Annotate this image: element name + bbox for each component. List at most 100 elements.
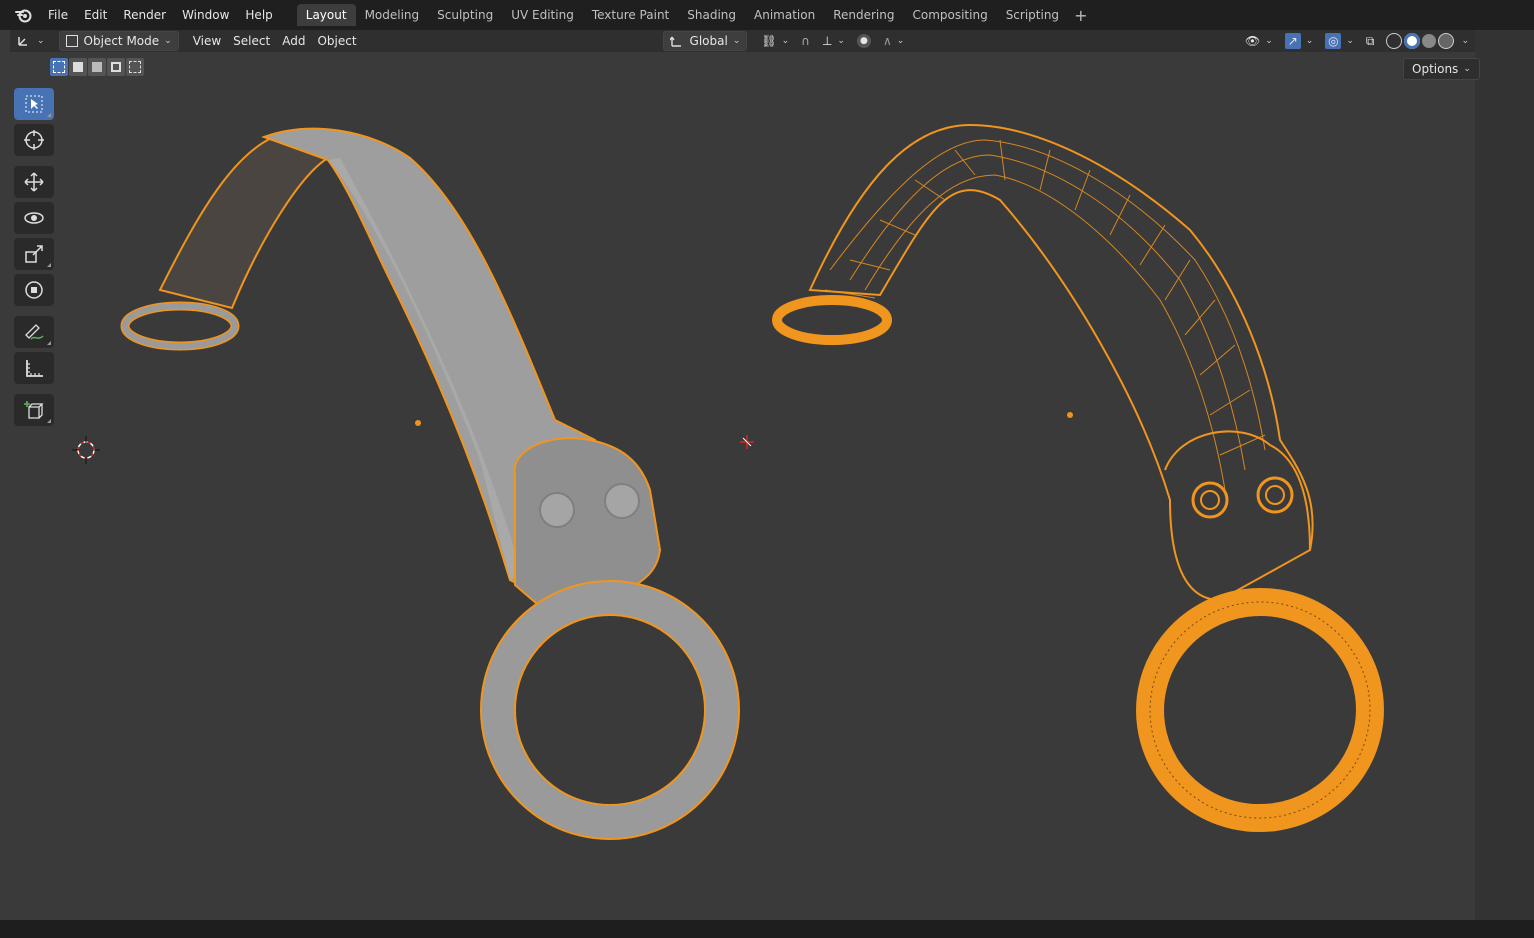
select-extend-icon[interactable] (69, 58, 87, 76)
chevron-down-icon: ⌄ (1463, 64, 1471, 74)
object-origin-left (415, 420, 421, 426)
orientation-icon (669, 36, 681, 47)
wireframe-shading-icon[interactable] (1386, 33, 1403, 49)
cursor-icon (24, 130, 44, 150)
status-bar (0, 920, 1534, 938)
object-origin-right (1067, 412, 1073, 418)
proportional-editing-toggle[interactable]: ● (851, 32, 877, 50)
visibility-button[interactable]: 👁 ⌄ (1239, 32, 1279, 50)
material-shading-icon[interactable] (1422, 34, 1437, 48)
tool-variant-indicator (47, 419, 51, 423)
solid-shading-icon[interactable] (1404, 33, 1421, 49)
tab-animation[interactable]: Animation (745, 4, 824, 26)
move-icon (24, 172, 44, 192)
tool-scale[interactable] (14, 238, 54, 270)
measure-icon (26, 360, 43, 377)
menu-add[interactable]: Add (276, 32, 311, 50)
snap-target-button[interactable]: ⊥ ⌄ (816, 32, 851, 50)
tab-scripting[interactable]: Scripting (997, 4, 1068, 26)
xray-toggle[interactable]: ⧉ (1360, 32, 1381, 50)
select-subtract-icon[interactable] (88, 58, 106, 76)
chevron-down-icon[interactable]: ⌄ (1461, 36, 1469, 46)
chevron-down-icon: ⌄ (732, 36, 741, 46)
snap-toggle[interactable]: ∩ (795, 32, 816, 50)
tool-variant-indicator (47, 113, 51, 117)
tab-compositing[interactable]: Compositing (903, 4, 996, 26)
scale-icon (25, 245, 43, 263)
tab-rendering[interactable]: Rendering (824, 4, 903, 26)
select-set-new-icon[interactable] (50, 58, 68, 76)
tool-variant-indicator (47, 341, 51, 345)
chevron-down-icon: ⌄ (781, 36, 790, 46)
menu-window[interactable]: Window (174, 8, 237, 22)
gizmo-icon: ↗ (1284, 33, 1301, 49)
tool-transform[interactable] (14, 274, 54, 306)
editor-type-button[interactable]: ⌄ (10, 32, 51, 50)
mode-dropdown[interactable]: Object Mode ⌄ (58, 31, 179, 51)
workspace-tabs: Layout Modeling Sculpting UV Editing Tex… (296, 4, 1087, 26)
tool-annotate[interactable] (14, 316, 54, 348)
mode-label: Object Mode (83, 34, 160, 48)
tool-add-cube[interactable] (14, 394, 54, 426)
chevron-down-icon: ⌄ (896, 36, 905, 46)
proportional-editing-icon: ● (856, 34, 871, 48)
falloff-button[interactable]: ∧ ⌄ (877, 32, 910, 50)
menu-render[interactable]: Render (115, 8, 174, 22)
chevron-down-icon: ⌄ (1346, 36, 1354, 46)
tab-sculpting[interactable]: Sculpting (428, 4, 502, 26)
snap-increment-icon: ⊥ (821, 34, 833, 48)
eye-icon: 👁 (1245, 34, 1261, 48)
3d-viewport[interactable] (10, 80, 1475, 920)
chevron-down-icon: ⌄ (1305, 36, 1314, 46)
select-invert-icon[interactable] (107, 58, 125, 76)
add-cube-icon (24, 401, 44, 419)
overlays-toggle[interactable]: ◎ ⌄ (1319, 32, 1360, 50)
chevron-down-icon: ⌄ (164, 36, 172, 46)
selection-mode-group (50, 58, 144, 76)
tab-shading[interactable]: Shading (678, 4, 745, 26)
tool-move[interactable] (14, 166, 54, 198)
menu-help[interactable]: Help (237, 8, 280, 22)
tab-layout[interactable]: Layout (296, 4, 356, 26)
tool-variant-indicator (47, 263, 51, 267)
tool-cursor[interactable] (14, 124, 54, 156)
menu-edit[interactable]: Edit (76, 8, 115, 22)
tool-rotate[interactable] (14, 202, 54, 234)
viewport-header: ⌄ Object Mode ⌄ View Select Add Object G… (10, 30, 1475, 52)
top-menu-bar: File Edit Render Window Help Layout Mode… (0, 0, 1534, 30)
pivot-point-button[interactable]: ⛓ ⌄ (755, 32, 795, 50)
shading-mode-group: ⌄ (1380, 32, 1475, 50)
tool-measure[interactable] (14, 352, 54, 384)
blender-logo-icon[interactable] (14, 5, 34, 25)
tab-modeling[interactable]: Modeling (356, 4, 429, 26)
options-label: Options (1412, 62, 1459, 76)
link-icon: ⛓ (761, 34, 777, 48)
gizmo-toggle[interactable]: ↗ ⌄ (1279, 32, 1320, 50)
rotate-icon (24, 212, 44, 224)
tab-uv-editing[interactable]: UV Editing (502, 4, 583, 26)
tool-shelf (14, 88, 54, 426)
select-box-icon (25, 95, 43, 113)
xray-icon: ⧉ (1365, 33, 1375, 48)
tab-texture-paint[interactable]: Texture Paint (583, 4, 678, 26)
orientation-label: Global (689, 34, 728, 48)
falloff-curve-icon: ∧ (882, 34, 892, 48)
menu-file[interactable]: File (40, 8, 76, 22)
tool-select-box[interactable] (14, 88, 54, 120)
transform-icon (25, 281, 43, 299)
chevron-down-icon: ⌄ (37, 36, 45, 46)
chevron-down-icon: ⌄ (1265, 36, 1273, 46)
add-workspace-icon[interactable]: + (1074, 6, 1087, 25)
right-gutter (1475, 30, 1534, 925)
menu-select[interactable]: Select (227, 32, 276, 50)
options-dropdown[interactable]: Options ⌄ (1403, 58, 1480, 80)
orientation-dropdown[interactable]: Global ⌄ (662, 31, 748, 51)
menu-object[interactable]: Object (311, 32, 362, 50)
menu-view[interactable]: View (187, 32, 227, 50)
axis-gizmo-icon (18, 37, 27, 46)
select-intersect-icon[interactable] (126, 58, 144, 76)
annotate-icon (25, 324, 44, 340)
chevron-down-icon: ⌄ (837, 36, 845, 46)
rendered-shading-icon[interactable] (1438, 33, 1455, 49)
magnet-icon: ∩ (801, 34, 810, 48)
